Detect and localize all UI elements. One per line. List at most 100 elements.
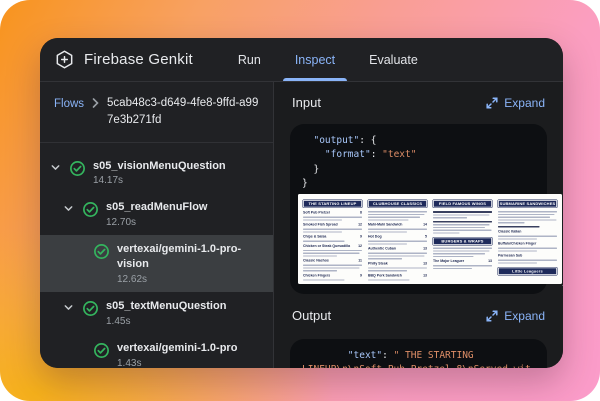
menu-column: THE STARTING LINEUPSoft Pub Pretzel8Smok…	[303, 200, 362, 281]
menu-text-line	[303, 255, 337, 256]
chevron-down-icon[interactable]	[63, 302, 75, 313]
menu-item: Authentic Cuban13	[368, 247, 427, 251]
menu-text-line	[303, 265, 362, 266]
code-line: "format": "text"	[302, 148, 535, 162]
menu-image: THE STARTING LINEUPSoft Pub Pretzel8Smok…	[298, 194, 562, 284]
input-expand-button[interactable]: Expand	[486, 96, 545, 110]
menu-text-block	[433, 248, 492, 258]
tree-row-vertexai-gemini-1-0-pro-vision[interactable]: vertexai/gemini-1.0-pro-vision 12.62s	[40, 235, 273, 292]
span-name: vertexai/gemini-1.0-pro	[117, 341, 237, 356]
menu-text-line	[433, 227, 485, 228]
trace-id: 5cab48c3-d649-4fe8-9ffd-a997e3b271fd	[107, 95, 259, 130]
gradient-card: Firebase Genkit RunInspectEvaluate Flows…	[0, 0, 600, 401]
menu-item-price: 12	[358, 244, 362, 248]
chevron-right-icon	[91, 97, 100, 109]
code-line: "output": {	[302, 134, 535, 148]
menu-text-line	[498, 219, 556, 220]
menu-item-price: 14	[423, 223, 427, 227]
menu-text-line	[433, 265, 492, 266]
menu-image-content: THE STARTING LINEUPSoft Pub Pretzel8Smok…	[298, 194, 562, 284]
menu-item-name: Chicken or Steak Quesadilla	[303, 244, 350, 248]
span-info: vertexai/gemini-1.0-pro-vision 12.62s	[117, 242, 261, 285]
menu-item: Chicken or Steak Quesadilla 12	[303, 244, 362, 248]
tree-row-s05-textmenuquestion[interactable]: s05_textMenuQuestion 1.45s	[40, 292, 273, 334]
span-duration: 1.45s	[106, 316, 226, 327]
span-name: vertexai/gemini-1.0-pro-vision	[117, 242, 261, 272]
menu-text-line	[303, 241, 344, 242]
menu-item-name: Hot Dog	[368, 235, 382, 239]
menu-text-line	[433, 211, 492, 213]
app-header: Firebase Genkit RunInspectEvaluate	[40, 38, 563, 82]
menu-text-line	[433, 253, 485, 254]
span-info: s05_visionMenuQuestion14.17s	[93, 159, 226, 187]
code-line: LINEUP\n\nSoft Pub Pretzel 8\nServed wit…	[302, 363, 535, 368]
menu-item-name: Philly Steak	[368, 262, 388, 266]
menu-item: Soft Pub Pretzel8	[303, 211, 362, 215]
tree-row-vertexai-gemini-1-0-pro[interactable]: vertexai/gemini-1.0-pro1.43s	[40, 334, 273, 368]
menu-text-line	[303, 279, 344, 280]
span-info: vertexai/gemini-1.0-pro1.43s	[117, 341, 237, 368]
menu-item-name: Classic Nachos	[303, 259, 329, 263]
span-name: s05_textMenuQuestion	[106, 299, 226, 314]
image-resize-handle	[562, 281, 563, 286]
menu-item: The Major Leaguer13	[433, 260, 492, 264]
menu-item: Classic Nachos 11	[303, 259, 362, 263]
input-json: "output": { "format": "text" }}	[302, 134, 535, 191]
breadcrumb-flows-link[interactable]: Flows	[54, 96, 84, 113]
menu-text-line	[368, 229, 427, 230]
status-success-icon	[82, 300, 99, 317]
span-duration: 12.62s	[117, 274, 261, 285]
status-success-icon	[69, 160, 86, 177]
chevron-down-icon[interactable]	[50, 162, 62, 173]
tree-row-s05-visionmenuquestion[interactable]: s05_visionMenuQuestion14.17s	[40, 152, 273, 194]
output-json: "text": " THE STARTINGLINEUP\n\nSoft Pub…	[302, 349, 535, 368]
trace-sidebar: Flows 5cab48c3-d649-4fe8-9ffd-a997e3b271…	[40, 82, 274, 368]
chevron-down-icon[interactable]	[63, 203, 75, 214]
menu-item: Philly Steak 13	[368, 262, 427, 266]
menu-item: Buffalo/Chicken Finger	[498, 242, 557, 246]
menu-text-line	[498, 217, 550, 218]
brand: Firebase Genkit	[54, 38, 193, 81]
menu-text-line	[368, 258, 402, 259]
menu-text-line	[433, 268, 472, 269]
menu-text-line	[433, 217, 467, 218]
menu-text-line	[368, 217, 420, 218]
menu-text-block	[433, 211, 492, 218]
menu-text-line	[303, 231, 342, 232]
menu-item: Mahi-Mahi Sandwich14	[368, 223, 427, 227]
genkit-logo-icon	[54, 49, 75, 70]
menu-item-name: Chicken Fingers	[303, 274, 330, 278]
menu-item-name: BBQ Pork Sandwich	[368, 274, 402, 278]
tab-inspect[interactable]: Inspect	[278, 38, 352, 81]
menu-item-price: 9	[360, 274, 362, 278]
expand-icon	[486, 310, 498, 322]
menu-item: Classic Italian	[498, 230, 557, 234]
span-duration: 12.70s	[106, 217, 207, 228]
expand-icon	[486, 97, 498, 109]
menu-section-header: BURGERS & WRAPS	[433, 238, 492, 246]
output-code-block: "text": " THE STARTINGLINEUP\n\nSoft Pub…	[290, 339, 547, 368]
menu-item-name: Classic Italian	[498, 230, 521, 234]
menu-item-price: 11	[358, 259, 362, 263]
span-tree: s05_visionMenuQuestion14.17s s05_readMenu…	[40, 143, 273, 369]
tree-row-s05-readmenuflow[interactable]: s05_readMenuFlow12.70s	[40, 193, 273, 235]
code-line: "text": " THE STARTING	[302, 349, 535, 363]
menu-text-line	[433, 248, 492, 249]
menu-item: BBQ Pork Sandwich 13	[368, 274, 427, 278]
menu-text-line	[498, 248, 557, 249]
menu-text-line	[368, 241, 427, 242]
menu-text-line	[498, 236, 557, 237]
code-line: }	[302, 163, 535, 177]
output-expand-button[interactable]: Expand	[486, 309, 545, 323]
menu-item-price: 13	[423, 274, 427, 278]
menu-text-line	[368, 267, 427, 268]
span-info: s05_textMenuQuestion 1.45s	[106, 299, 226, 327]
menu-text-line	[498, 222, 525, 223]
menu-item-price: 13	[423, 262, 427, 266]
tab-evaluate[interactable]: Evaluate	[352, 38, 435, 81]
menu-text-line	[433, 221, 492, 223]
tab-run[interactable]: Run	[221, 38, 278, 81]
menu-text-line	[498, 214, 555, 215]
menu-item: Parmesan Sub	[498, 254, 557, 258]
output-section-header: Output Expand	[292, 308, 545, 323]
